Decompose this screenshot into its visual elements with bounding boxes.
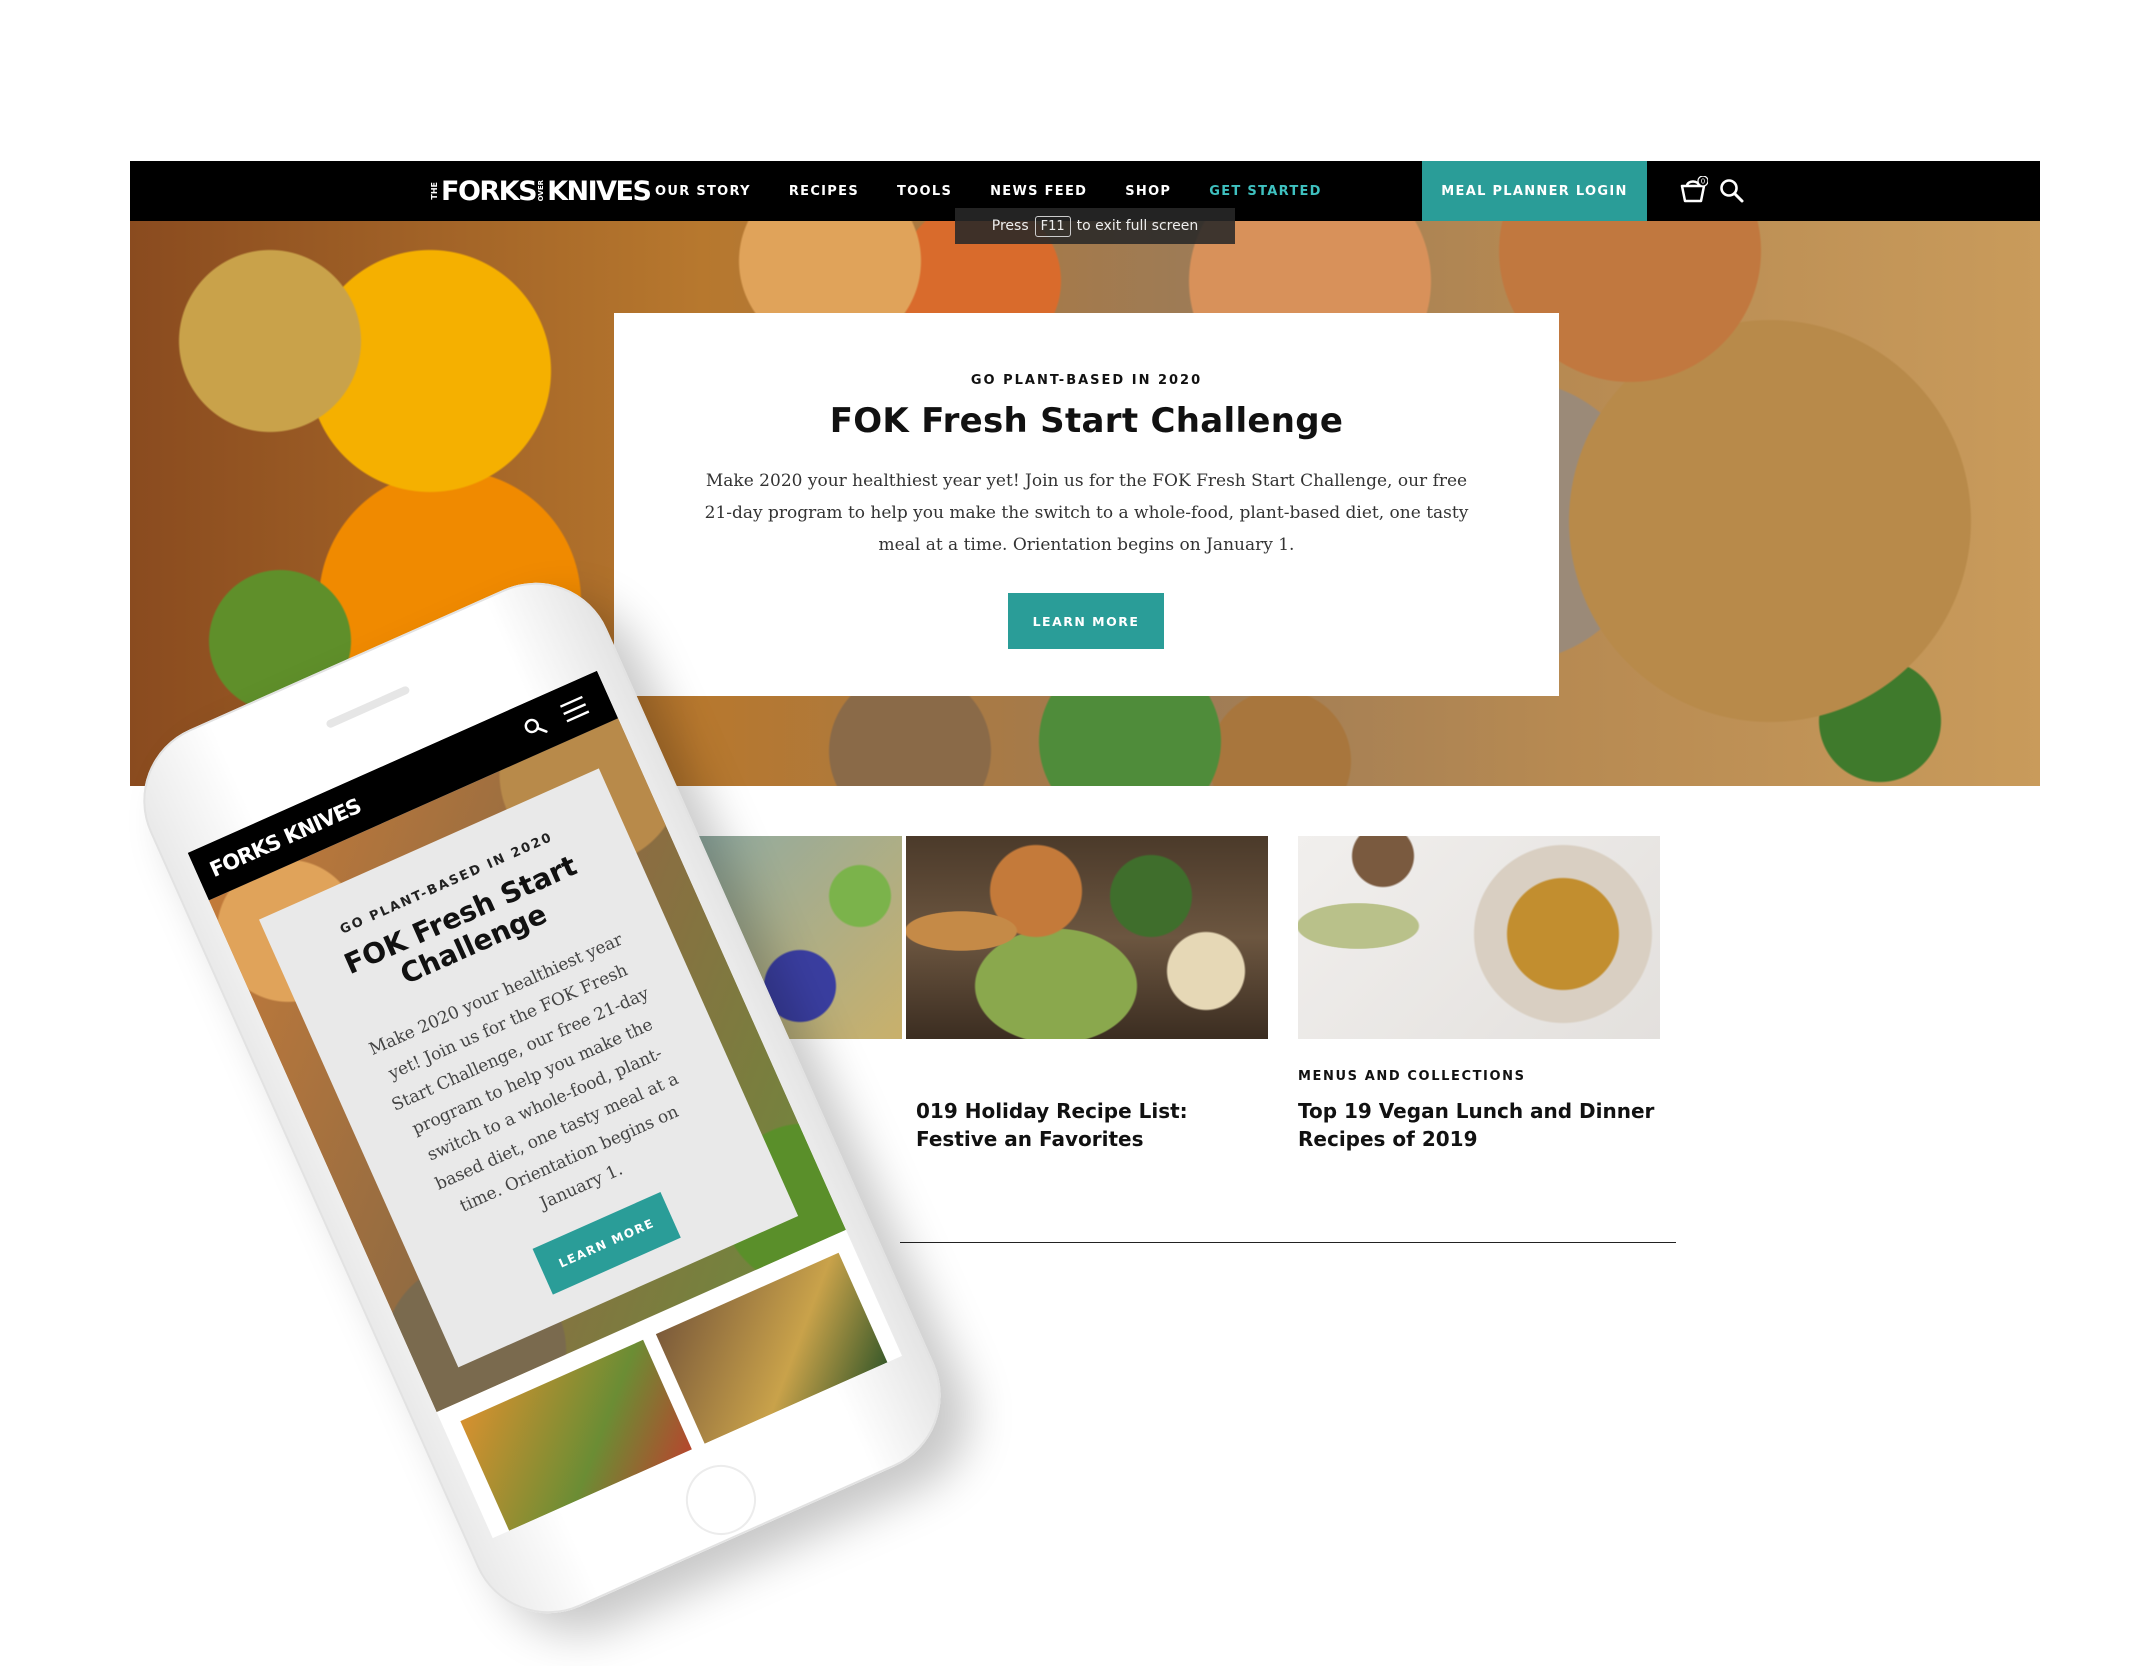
nav-news-feed[interactable]: NEWS FEED [990,184,1087,199]
section-divider [900,1242,1676,1243]
nav-get-started[interactable]: GET STARTED [1209,184,1322,199]
logo-over: OVER [537,180,546,202]
article-card[interactable]: 019 Holiday Recipe List: Festive an Favo… [906,836,1268,1153]
learn-more-button[interactable]: LEARN MORE [1008,593,1164,649]
logo-part2: KNIVES [547,175,652,207]
fullscreen-notice: Press F11 to exit full screen [955,208,1235,244]
cart-count: 0 [1701,178,1705,186]
nav-shop[interactable]: SHOP [1125,184,1171,199]
search-icon[interactable] [1718,177,1746,205]
article-kicker [906,1069,1268,1087]
hero-card: GO PLANT-BASED IN 2020 FOK Fresh Start C… [614,313,1559,696]
search-icon[interactable] [519,711,551,743]
meal-planner-login-button[interactable]: MEAL PLANNER LOGIN [1422,161,1647,221]
hero-title: FOK Fresh Start Challenge [829,401,1344,441]
hero-kicker: GO PLANT-BASED IN 2020 [970,373,1203,388]
article-image[interactable] [906,836,1268,1039]
article-title[interactable]: Top 19 Vegan Lunch and Dinner Recipes of… [1298,1097,1660,1153]
nav-recipes[interactable]: RECIPES [789,184,859,199]
hero-body: Make 2020 your healthiest year yet! Join… [704,471,1469,555]
fullscreen-key: F11 [1034,215,1071,237]
nav-our-story[interactable]: OUR STORY [655,184,751,199]
cart-icon[interactable]: 0 [1678,175,1709,206]
article-image[interactable] [1298,836,1660,1039]
article-title[interactable]: 019 Holiday Recipe List: Festive an Favo… [916,1097,1268,1153]
fullscreen-notice-pre: Press [991,218,1029,234]
site-logo[interactable]: THE FORKS OVER KNIVES [430,175,652,207]
article-card[interactable]: MENUS AND COLLECTIONS Top 19 Vegan Lunch… [1298,836,1660,1153]
logo-part1: FORKS [441,175,538,207]
canvas: THE FORKS OVER KNIVES OUR STORY RECIPES … [0,0,2144,1666]
article-kicker: MENUS AND COLLECTIONS [1298,1069,1526,1084]
hamburger-menu-icon[interactable] [557,692,592,725]
logo-pre: THE [430,182,439,200]
fullscreen-notice-post: to exit full screen [1076,218,1199,234]
nav-tools[interactable]: TOOLS [897,184,952,199]
